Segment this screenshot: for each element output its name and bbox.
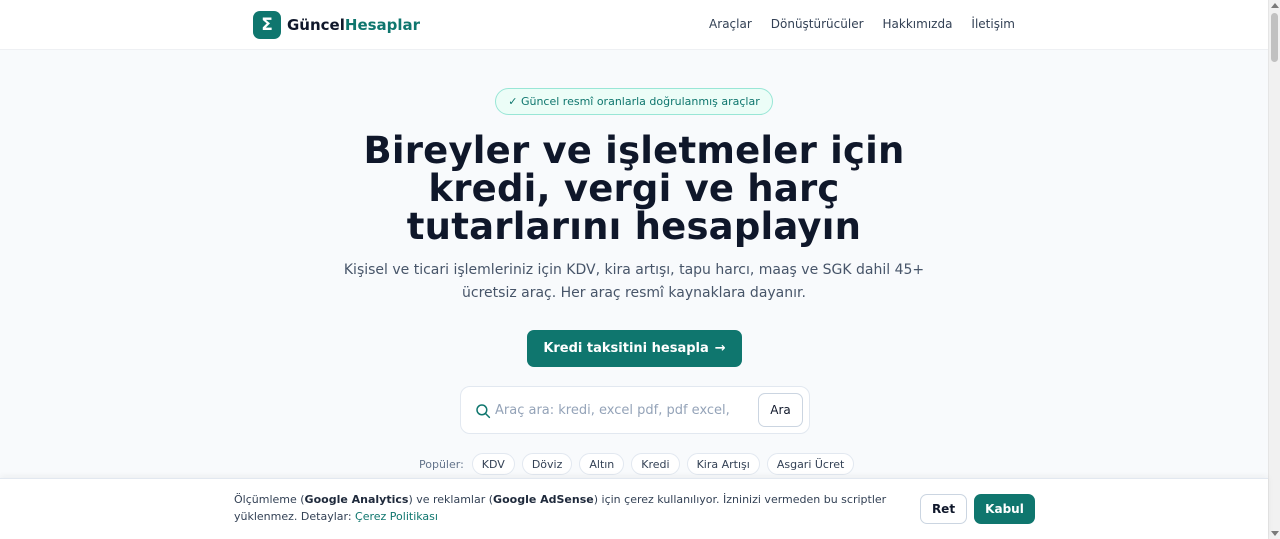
search-icon <box>476 404 491 419</box>
verified-badge: ✓ Güncel resmî oranlarla doğrulanmış ara… <box>495 88 773 115</box>
google-analytics-label: Google Analytics <box>304 493 409 506</box>
nav-item-araclar[interactable]: Araçlar <box>709 17 752 31</box>
cta-label: Kredi taksitini hesapla <box>543 341 709 356</box>
cookie-consent-banner: Ölçümleme (Google Analytics) ve reklamla… <box>0 478 1268 539</box>
arrow-right-icon: → <box>714 341 726 356</box>
site-name-part2: Hesaplar <box>344 16 421 34</box>
chip-kdv[interactable]: KDV <box>471 453 515 475</box>
search-input[interactable] <box>495 399 755 421</box>
scroll-down-arrow-icon[interactable] <box>1271 531 1279 536</box>
cookie-message: Ölçümleme (Google Analytics) ve reklamla… <box>234 491 904 525</box>
chip-kira-artisi[interactable]: Kira Artışı <box>686 453 760 475</box>
cookie-text-1: Ölçümleme ( <box>234 493 305 506</box>
hero-title: Bireyler ve işletmeler için kredi, vergi… <box>363 129 905 248</box>
calculate-loan-button[interactable]: Kredi taksitini hesapla → <box>527 330 742 367</box>
nav-item-iletisim[interactable]: İletişim <box>971 17 1015 31</box>
chip-altin[interactable]: Altın <box>579 453 625 475</box>
cookie-accept-button[interactable]: Kabul <box>974 494 1035 524</box>
search-button[interactable]: Ara <box>758 393 803 427</box>
nav-item-hakkimizda[interactable]: Hakkımızda <box>883 17 953 31</box>
scrollbar-thumb[interactable] <box>1271 13 1278 62</box>
popular-label: Popüler: <box>419 457 464 471</box>
chip-doviz[interactable]: Döviz <box>521 453 573 475</box>
chip-kredi[interactable]: Kredi <box>631 453 680 475</box>
scroll-up-arrow-icon[interactable] <box>1271 3 1279 8</box>
site-logo[interactable]: Σ GüncelHesaplar <box>253 11 420 39</box>
cookie-text-2: ) ve reklamlar ( <box>408 493 494 506</box>
google-adsense-label: Google AdSense <box>493 493 594 506</box>
cookie-policy-link[interactable]: Çerez Politikası <box>355 510 438 523</box>
site-header: Σ GüncelHesaplar Araçlar Dönüştürücüler … <box>0 0 1268 50</box>
sigma-logo-icon: Σ <box>253 11 281 39</box>
nav-item-donusturuculer[interactable]: Dönüştürücüler <box>771 17 864 31</box>
cookie-reject-button[interactable]: Ret <box>920 494 967 524</box>
tool-search-box: Ara <box>460 386 810 434</box>
chip-asgari-ucret[interactable]: Asgari Ücret <box>766 453 855 475</box>
hero-subtitle: Kişisel ve ticari işlemleriniz için KDV,… <box>343 262 925 301</box>
site-name: GüncelHesaplar <box>287 16 420 34</box>
main-nav: Araçlar Dönüştürücüler Hakkımızda İletiş… <box>709 17 1015 31</box>
page-scrollbar[interactable] <box>1268 0 1280 539</box>
popular-tools: Popüler: KDV Döviz Altın Kredi Kira Artı… <box>419 453 855 475</box>
site-name-part1: Güncel <box>287 16 345 34</box>
